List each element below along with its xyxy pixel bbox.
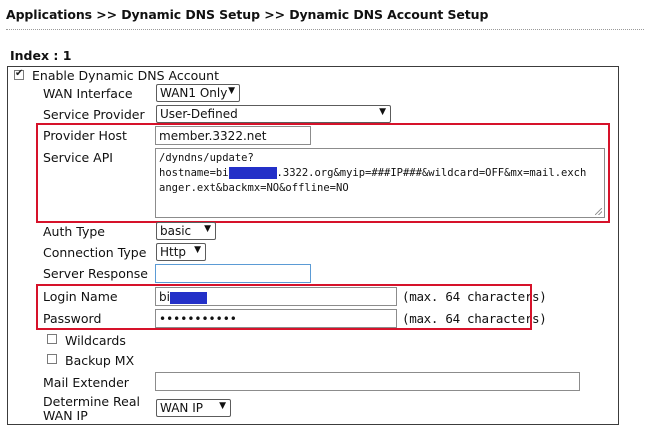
dropdown-arrow-icon: ▼ bbox=[194, 245, 201, 255]
service-provider-select[interactable]: User-Defined ▼ bbox=[156, 105, 391, 123]
enable-ddns-label: Enable Dynamic DNS Account bbox=[32, 68, 220, 83]
service-provider-label: Service Provider bbox=[43, 107, 145, 122]
wan-interface-select[interactable]: WAN1 Only ▼ bbox=[156, 84, 240, 102]
connection-type-select[interactable]: Http ▼ bbox=[156, 243, 206, 261]
connection-type-value: Http bbox=[160, 245, 187, 259]
auth-type-select[interactable]: basic ▼ bbox=[156, 222, 216, 240]
wildcards-label: Wildcards bbox=[65, 333, 126, 348]
backup-mx-checkbox[interactable] bbox=[47, 354, 57, 364]
determine-real-wan-ip-value: WAN IP bbox=[160, 401, 203, 415]
wan-interface-label: WAN Interface bbox=[43, 86, 133, 101]
dropdown-arrow-icon: ▼ bbox=[379, 107, 386, 117]
wildcards-checkbox[interactable] bbox=[47, 334, 57, 344]
dropdown-arrow-icon: ▼ bbox=[204, 224, 211, 234]
dropdown-arrow-icon: ▼ bbox=[228, 86, 235, 96]
enable-ddns-checkbox[interactable] bbox=[14, 68, 24, 80]
mail-extender-label: Mail Extender bbox=[43, 375, 129, 390]
breadcrumb: Applications >> Dynamic DNS Setup >> Dyn… bbox=[6, 7, 489, 22]
dropdown-arrow-icon: ▼ bbox=[219, 401, 226, 411]
backup-mx-label: Backup MX bbox=[65, 353, 135, 368]
determine-real-wan-ip-label-line-1: Determine Real bbox=[43, 394, 141, 409]
highlight-box-credentials bbox=[36, 284, 532, 330]
determine-real-wan-ip-select[interactable]: WAN IP ▼ bbox=[156, 399, 231, 417]
server-response-input[interactable] bbox=[155, 264, 311, 283]
auth-type-label: Auth Type bbox=[43, 224, 105, 239]
service-provider-value: User-Defined bbox=[160, 107, 238, 121]
mail-extender-input[interactable] bbox=[155, 372, 580, 391]
auth-type-value: basic bbox=[160, 224, 192, 238]
determine-real-wan-ip-label: Determine Real WAN IP bbox=[43, 395, 140, 423]
server-response-label: Server Response bbox=[43, 266, 148, 281]
divider bbox=[6, 29, 644, 30]
index-label: Index : 1 bbox=[10, 48, 72, 63]
highlight-box-provider bbox=[36, 123, 610, 223]
wan-interface-value: WAN1 Only bbox=[160, 86, 228, 100]
connection-type-label: Connection Type bbox=[43, 245, 147, 260]
determine-real-wan-ip-label-line-2: WAN IP bbox=[43, 408, 88, 423]
